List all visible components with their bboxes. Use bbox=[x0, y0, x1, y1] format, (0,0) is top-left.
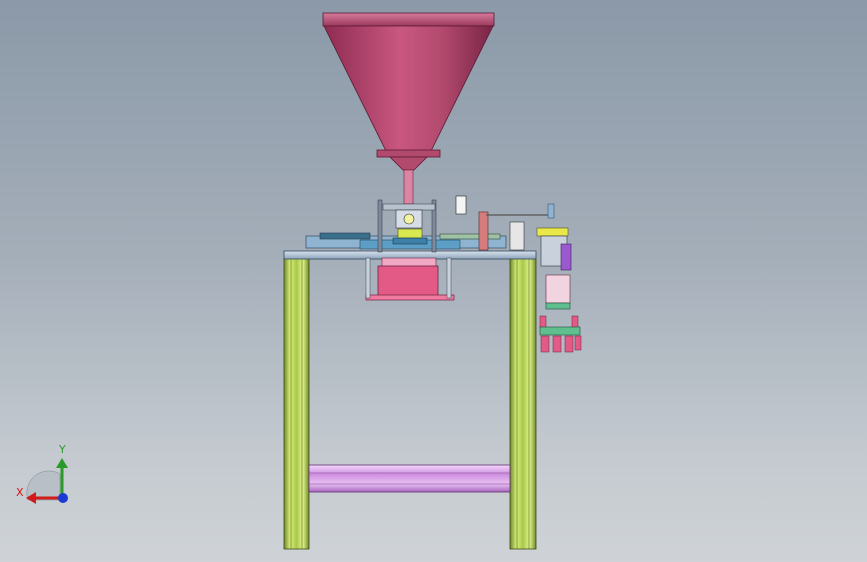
axis-y-label: Y bbox=[59, 443, 66, 456]
axis-x-label: X bbox=[16, 486, 24, 499]
machine-model[interactable] bbox=[0, 0, 867, 562]
cad-3d-viewport[interactable]: Y X bbox=[0, 0, 867, 562]
coordinate-triad bbox=[26, 458, 68, 504]
frame-right-post[interactable] bbox=[509, 257, 537, 550]
hopper[interactable] bbox=[322, 12, 495, 205]
base-block[interactable] bbox=[365, 257, 455, 301]
frame-left-post[interactable] bbox=[283, 257, 310, 550]
cross-beam[interactable] bbox=[308, 464, 511, 493]
